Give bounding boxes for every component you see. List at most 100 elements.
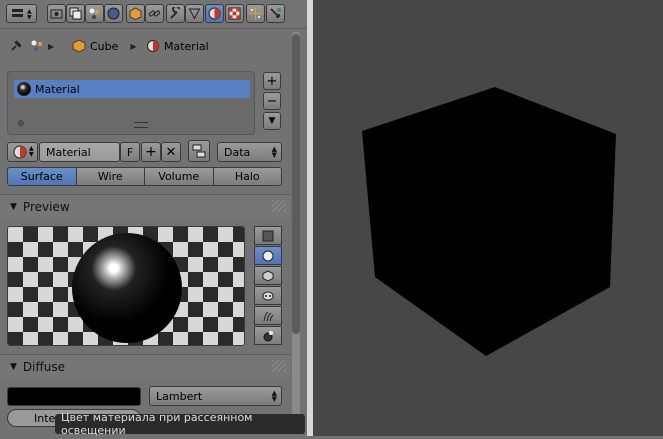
tab-halo[interactable]: Halo	[213, 167, 282, 186]
collapse-triangle-icon: ▼	[10, 362, 17, 372]
breadcrumb-object: Cube ▶	[72, 38, 137, 54]
modifiers-tab[interactable]	[166, 4, 185, 23]
pin-icon	[11, 40, 22, 51]
drag-handle-icon[interactable]	[272, 360, 286, 372]
texture-tab[interactable]	[225, 4, 244, 23]
editor-type-menu[interactable]: ▲ ▼	[6, 4, 37, 23]
tab-wire[interactable]: Wire	[76, 167, 145, 186]
cube-icon	[262, 269, 274, 282]
panel-scrollbar[interactable]	[292, 32, 300, 432]
tab-surface-label: Surface	[20, 170, 63, 183]
particles-tab[interactable]	[246, 4, 265, 23]
dropdown-icon: ▼	[268, 116, 276, 126]
physics-tab[interactable]	[266, 4, 285, 23]
modifiers-icon	[170, 7, 180, 19]
minus-icon: −	[266, 93, 278, 109]
render-tab[interactable]	[47, 4, 66, 23]
scrollbar-thumb[interactable]	[292, 34, 300, 334]
preview-hair-button[interactable]	[254, 306, 282, 325]
add-slot-button[interactable]: +	[263, 72, 281, 90]
scene-tab[interactable]	[85, 4, 104, 23]
editor-type-icon: ▲▼	[12, 8, 32, 21]
slot-specials-button[interactable]: ▼	[263, 112, 281, 130]
close-icon: ✕	[165, 144, 177, 160]
physics-icon	[270, 8, 281, 18]
tab-volume-label: Volume	[158, 170, 200, 183]
render-icon	[50, 9, 63, 19]
drag-handle-icon[interactable]	[272, 200, 286, 212]
object-data-icon	[188, 8, 201, 20]
cube-icon	[72, 39, 86, 53]
tooltip: Цвет материала при рассеянном освещении	[55, 411, 305, 436]
preview-sphere	[72, 233, 182, 343]
texture-icon	[228, 7, 241, 20]
material-icon	[147, 40, 159, 52]
constraints-tab[interactable]	[145, 4, 164, 23]
sphere-icon	[262, 250, 274, 261]
diffuse-panel-header[interactable]: ▼ Diffuse	[0, 354, 290, 379]
material-slot-list: Material ⊕	[7, 71, 255, 135]
material-preview	[7, 226, 245, 346]
updown-icon: ▲ ▼	[271, 145, 277, 159]
plus-icon: +	[266, 73, 278, 89]
scene-icon	[89, 8, 99, 19]
breadcrumb-scene: ▶	[30, 38, 54, 54]
material-slot-label: Material	[35, 82, 80, 96]
link-type-select[interactable]: Data ▲ ▼	[217, 142, 282, 162]
filter-options-icon[interactable]: ⊕	[17, 119, 25, 129]
preview-panel-title: Preview	[22, 200, 70, 214]
preview-panel-header[interactable]: ▼ Preview	[0, 194, 290, 219]
material-type-tabs: Surface Wire Volume Halo	[7, 167, 282, 186]
nodes-icon	[192, 144, 206, 158]
material-icon	[13, 145, 27, 159]
render-layers-icon	[69, 7, 82, 20]
cube-object	[362, 87, 616, 356]
node-toggle-button[interactable]	[188, 140, 210, 162]
properties-header: ▲ ▼	[0, 0, 307, 29]
svg-text:▼: ▼	[27, 14, 32, 21]
world-tab[interactable]	[104, 4, 123, 23]
diffuse-shader-select[interactable]: Lambert ▲ ▼	[149, 386, 282, 406]
material-sphere-icon	[17, 82, 31, 96]
preview-sky-button[interactable]	[254, 326, 282, 345]
material-slot-item[interactable]: Material	[14, 80, 250, 98]
diffuse-panel-title: Diffuse	[22, 360, 66, 374]
preview-flat-button[interactable]	[254, 226, 282, 245]
preview-monkey-button[interactable]	[254, 286, 282, 305]
breadcrumb-material: Material	[146, 38, 209, 54]
breadcrumb-arrow-icon: ▶	[48, 41, 55, 51]
material-name-field[interactable]: Material	[39, 142, 120, 162]
material-tab[interactable]	[205, 4, 224, 23]
resize-grip-icon[interactable]	[134, 122, 148, 128]
updown-icon: ▲ ▼	[29, 145, 34, 158]
browse-material-button[interactable]: ▲ ▼	[7, 142, 38, 162]
material-name-value: Material	[46, 145, 91, 159]
plus-icon: +	[145, 144, 157, 160]
3d-viewport[interactable]	[313, 0, 663, 436]
hair-icon	[263, 311, 274, 321]
remove-slot-button[interactable]: −	[263, 92, 281, 110]
diffuse-color-field[interactable]	[7, 387, 141, 406]
pin-button[interactable]	[9, 38, 23, 54]
collapse-triangle-icon: ▼	[10, 202, 17, 212]
fake-user-button[interactable]: F	[120, 142, 140, 162]
render-layers-tab[interactable]	[66, 4, 85, 23]
tooltip-text: Цвет материала при рассеянном освещении	[61, 411, 253, 436]
tab-halo-label: Halo	[234, 170, 260, 183]
new-material-button[interactable]: +	[141, 142, 161, 162]
breadcrumb-object-label: Cube	[90, 39, 119, 53]
object-icon	[129, 7, 142, 20]
preview-sphere-button[interactable]	[254, 246, 282, 265]
particles-icon	[249, 7, 262, 20]
tab-volume[interactable]: Volume	[145, 167, 214, 186]
tab-surface[interactable]: Surface	[7, 167, 77, 186]
preview-cube-button[interactable]	[254, 266, 282, 285]
object-tab[interactable]	[126, 4, 145, 23]
link-type-value: Data	[224, 145, 251, 159]
unlink-material-button[interactable]: ✕	[161, 142, 181, 162]
monkey-icon	[262, 291, 274, 300]
object-data-tab[interactable]	[185, 4, 204, 23]
breadcrumb-arrow-icon: ▶	[130, 41, 137, 51]
diffuse-shader-value: Lambert	[156, 389, 203, 403]
material-icon	[208, 7, 221, 20]
